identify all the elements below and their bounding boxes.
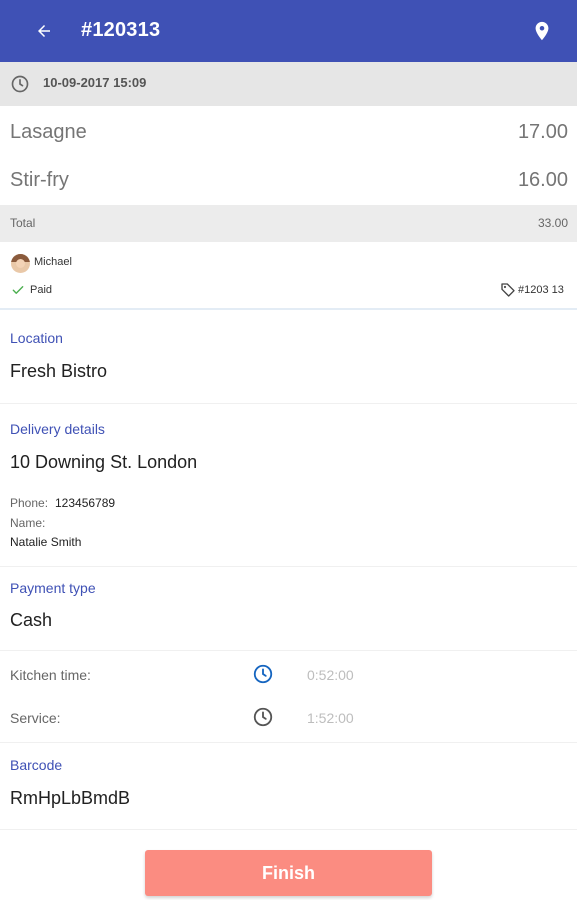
divider bbox=[0, 650, 577, 651]
order-item: Lasagne 17.00 bbox=[0, 109, 577, 157]
delivery-address: 10 Downing St. London bbox=[10, 452, 198, 472]
check-icon bbox=[12, 286, 24, 294]
order-title: #120313 bbox=[81, 19, 161, 41]
avatar bbox=[11, 254, 30, 273]
divider bbox=[0, 829, 577, 830]
phone-label: Phone: bbox=[10, 496, 49, 510]
user-name: Michael bbox=[34, 256, 72, 268]
total-bar: Total 33.00 bbox=[0, 205, 577, 242]
item-price: 17.00 bbox=[517, 121, 568, 143]
item-name: Stir-fry bbox=[10, 169, 69, 191]
order-datetime: 10-09-2017 15:09 bbox=[43, 75, 147, 90]
name-label: Name: bbox=[10, 516, 46, 530]
divider bbox=[0, 742, 577, 743]
name-value: Natalie Smith bbox=[10, 535, 82, 549]
back-button[interactable] bbox=[30, 17, 58, 45]
service-time-value[interactable]: 1:52:00 bbox=[307, 710, 354, 726]
location-value: Fresh Bistro bbox=[10, 361, 108, 381]
date-bar: 10-09-2017 15:09 bbox=[0, 62, 577, 106]
location-button[interactable] bbox=[528, 16, 556, 46]
payment-value: Cash bbox=[10, 610, 53, 630]
tag-icon bbox=[501, 283, 515, 297]
location-label: Location bbox=[10, 330, 63, 346]
total-value: 33.00 bbox=[537, 216, 568, 230]
finish-button[interactable]: Finish bbox=[145, 850, 432, 896]
item-price: 16.00 bbox=[517, 169, 568, 191]
payment-label: Payment type bbox=[10, 580, 96, 596]
service-clock-icon[interactable] bbox=[252, 706, 274, 728]
order-meta: Michael Paid #1203 13 bbox=[0, 242, 577, 310]
kitchen-time-label: Kitchen time: bbox=[10, 667, 91, 683]
barcode-label: Barcode bbox=[10, 757, 63, 773]
total-label: Total bbox=[10, 216, 36, 230]
item-name: Lasagne bbox=[10, 121, 87, 143]
payment-status: Paid bbox=[30, 284, 53, 296]
clock-icon bbox=[11, 75, 29, 93]
divider bbox=[0, 403, 577, 404]
divider bbox=[0, 566, 577, 567]
barcode-value: RmHpLbBmdB bbox=[10, 788, 131, 808]
kitchen-time-value[interactable]: 0:52:00 bbox=[307, 667, 354, 683]
delivery-label: Delivery details bbox=[10, 421, 105, 437]
phone-value: 123456789 bbox=[55, 496, 116, 510]
app-bar: #120313 bbox=[0, 0, 577, 62]
kitchen-clock-icon[interactable] bbox=[252, 663, 274, 685]
order-item: Stir-fry 16.00 bbox=[0, 157, 577, 205]
order-tag: #1203 13 bbox=[518, 284, 564, 296]
service-time-label: Service: bbox=[10, 710, 61, 726]
arrow-left-icon bbox=[38, 25, 50, 37]
map-pin-icon bbox=[535, 21, 549, 41]
